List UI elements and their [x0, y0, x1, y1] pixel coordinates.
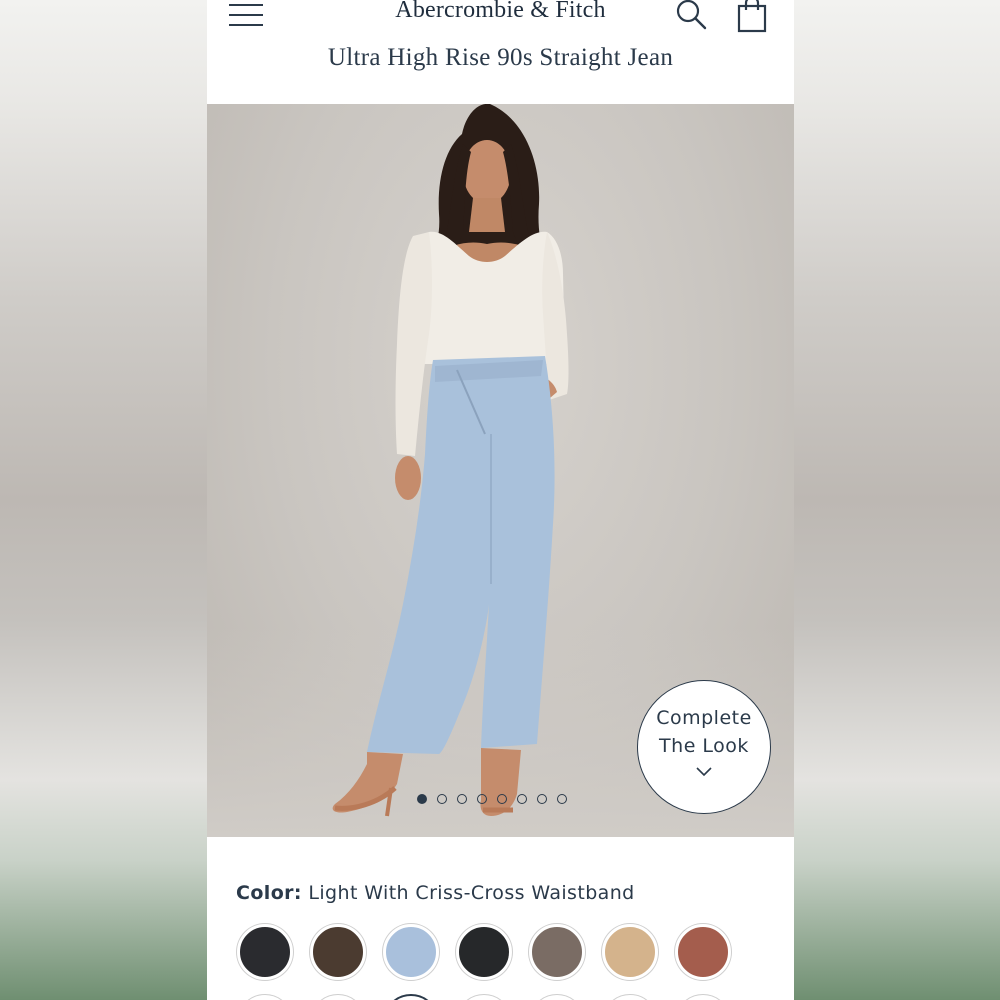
carousel-dot[interactable] — [417, 794, 427, 804]
carousel-dot[interactable] — [517, 794, 527, 804]
color-swatch[interactable] — [310, 994, 366, 1000]
carousel-dot[interactable] — [537, 794, 547, 804]
color-swatch-black[interactable] — [237, 924, 293, 980]
carousel-dot[interactable] — [437, 794, 447, 804]
color-swatch[interactable] — [602, 994, 658, 1000]
color-label: Color: — [236, 882, 302, 904]
color-swatch-brown[interactable] — [310, 924, 366, 980]
color-value: Light With Criss-Cross Waistband — [308, 882, 635, 904]
complete-look-label-2: The Look — [659, 735, 749, 757]
carousel-dot[interactable] — [557, 794, 567, 804]
color-swatches — [237, 924, 731, 980]
color-swatch-taupe[interactable] — [529, 924, 585, 980]
product-title: Ultra High Rise 90s Straight Jean — [327, 44, 674, 71]
search-icon[interactable] — [673, 0, 709, 32]
carousel-dot[interactable] — [497, 794, 507, 804]
color-swatch[interactable] — [529, 994, 585, 1000]
color-swatch-tan[interactable] — [602, 924, 658, 980]
carousel-dot[interactable] — [457, 794, 467, 804]
top-bar: Abercrombie & Fitch Ultra High Rise 90s … — [207, 0, 794, 104]
product-image-carousel[interactable]: Complete The Look — [207, 104, 794, 837]
color-swatch-light-denim[interactable] — [383, 924, 439, 980]
complete-the-look-button[interactable]: Complete The Look — [637, 680, 771, 814]
color-swatch[interactable] — [675, 994, 731, 1000]
color-swatch-rust[interactable] — [675, 924, 731, 980]
carousel-dot[interactable] — [477, 794, 487, 804]
complete-look-label-1: Complete — [656, 707, 752, 729]
color-swatch-black-2[interactable] — [456, 924, 512, 980]
color-swatch[interactable] — [237, 994, 293, 1000]
color-swatches-row-2 — [237, 994, 731, 1000]
color-swatch[interactable] — [456, 994, 512, 1000]
phone-screen: Abercrombie & Fitch Ultra High Rise 90s … — [207, 0, 794, 1000]
color-swatch[interactable] — [383, 994, 439, 1000]
chevron-down-icon — [696, 767, 712, 777]
shopping-bag-icon[interactable] — [735, 0, 769, 34]
color-selection-label: Color: Light With Criss-Cross Waistband — [236, 882, 635, 904]
carousel-pagination — [417, 794, 567, 806]
